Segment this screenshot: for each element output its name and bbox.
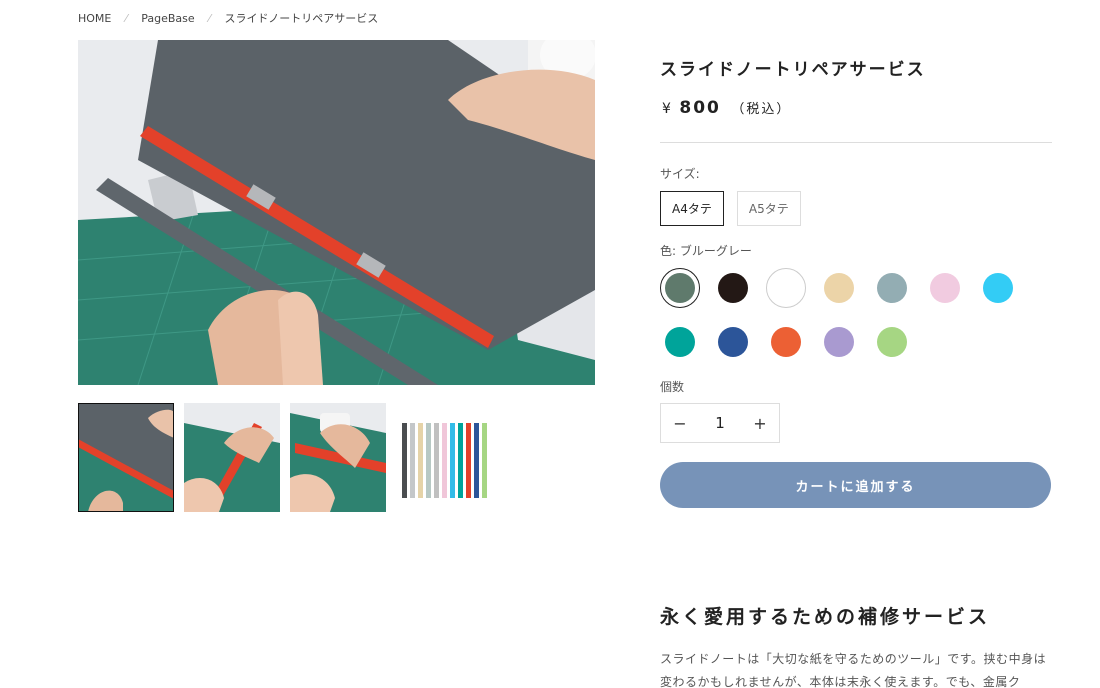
breadcrumb-current: スライドノートリペアサービス [224,12,379,25]
thumbnail-gallery [78,403,492,512]
color-swatch-dot [665,273,695,303]
product-main-image[interactable] [78,40,595,385]
tax-note: （税込） [731,102,792,117]
color-swatch-dot [665,327,695,357]
color-swatch-green[interactable] [872,322,912,362]
breadcrumb: HOME ⁄ PageBase ⁄ スライドノートリペアサービス [78,10,378,26]
color-swatch-beige[interactable] [819,268,859,308]
color-swatch-dot [930,273,960,303]
color-swatch-orange[interactable] [766,322,806,362]
color-swatch-teal[interactable] [660,322,700,362]
color-swatch-black[interactable] [713,268,753,308]
thumbnail-1[interactable] [78,403,174,512]
color-swatch-dot [877,327,907,357]
add-to-cart-button[interactable]: カートに追加する [660,462,1051,508]
breadcrumb-separator: ⁄ [208,11,211,25]
section-description: スライドノートは「大切な紙を守るためのツール」です。挟む中身は変わるかもしれませ… [660,652,1047,688]
color-label: 色: ブルーグレー [660,244,752,258]
quantity-label: 個数 [660,380,685,394]
product-title: スライドノートリペアサービス [660,60,926,80]
thumbnail-4[interactable] [396,403,492,512]
color-swatch-dot [771,327,801,357]
thumbnail-3[interactable] [290,403,386,512]
price-divider [660,142,1052,143]
color-swatch-white[interactable] [766,268,806,308]
color-swatch-dot [718,327,748,357]
quantity-decrease-button[interactable]: − [661,404,699,442]
size-option-a5[interactable]: A5タテ [736,191,801,226]
quantity-value[interactable]: 1 [699,414,741,432]
color-swatch-dot [983,273,1013,303]
color-swatch-sky[interactable] [978,268,1018,308]
section-title: 永く愛用するための補修サービス [660,606,991,628]
size-option-a4[interactable]: A4タテ [660,191,724,226]
color-swatch-dot [824,273,854,303]
quantity-stepper: − 1 + [660,403,780,443]
color-swatch-grey-blue[interactable] [872,268,912,308]
color-swatch-dot [824,327,854,357]
color-swatch-ブルーグレー[interactable] [660,268,700,308]
size-label: サイズ: [660,167,700,181]
color-swatch-dot [766,268,806,308]
color-swatch-navy[interactable] [713,322,753,362]
quantity-increase-button[interactable]: + [741,404,779,442]
color-swatch-dot [718,273,748,303]
color-swatch-lavender[interactable] [819,322,859,362]
breadcrumb-separator: ⁄ [125,11,128,25]
breadcrumb-home[interactable]: HOME [78,12,111,25]
color-swatches [660,268,1060,362]
thumbnail-2[interactable] [184,403,280,512]
currency-symbol: ¥ [662,101,673,117]
price-amount: 800 [679,98,721,118]
size-options: A4タテ A5タテ [660,191,801,226]
product-price: ¥ 800 （税込） [662,98,791,118]
color-swatch-pink[interactable] [925,268,965,308]
breadcrumb-pagebase[interactable]: PageBase [141,12,194,25]
color-swatch-dot [877,273,907,303]
